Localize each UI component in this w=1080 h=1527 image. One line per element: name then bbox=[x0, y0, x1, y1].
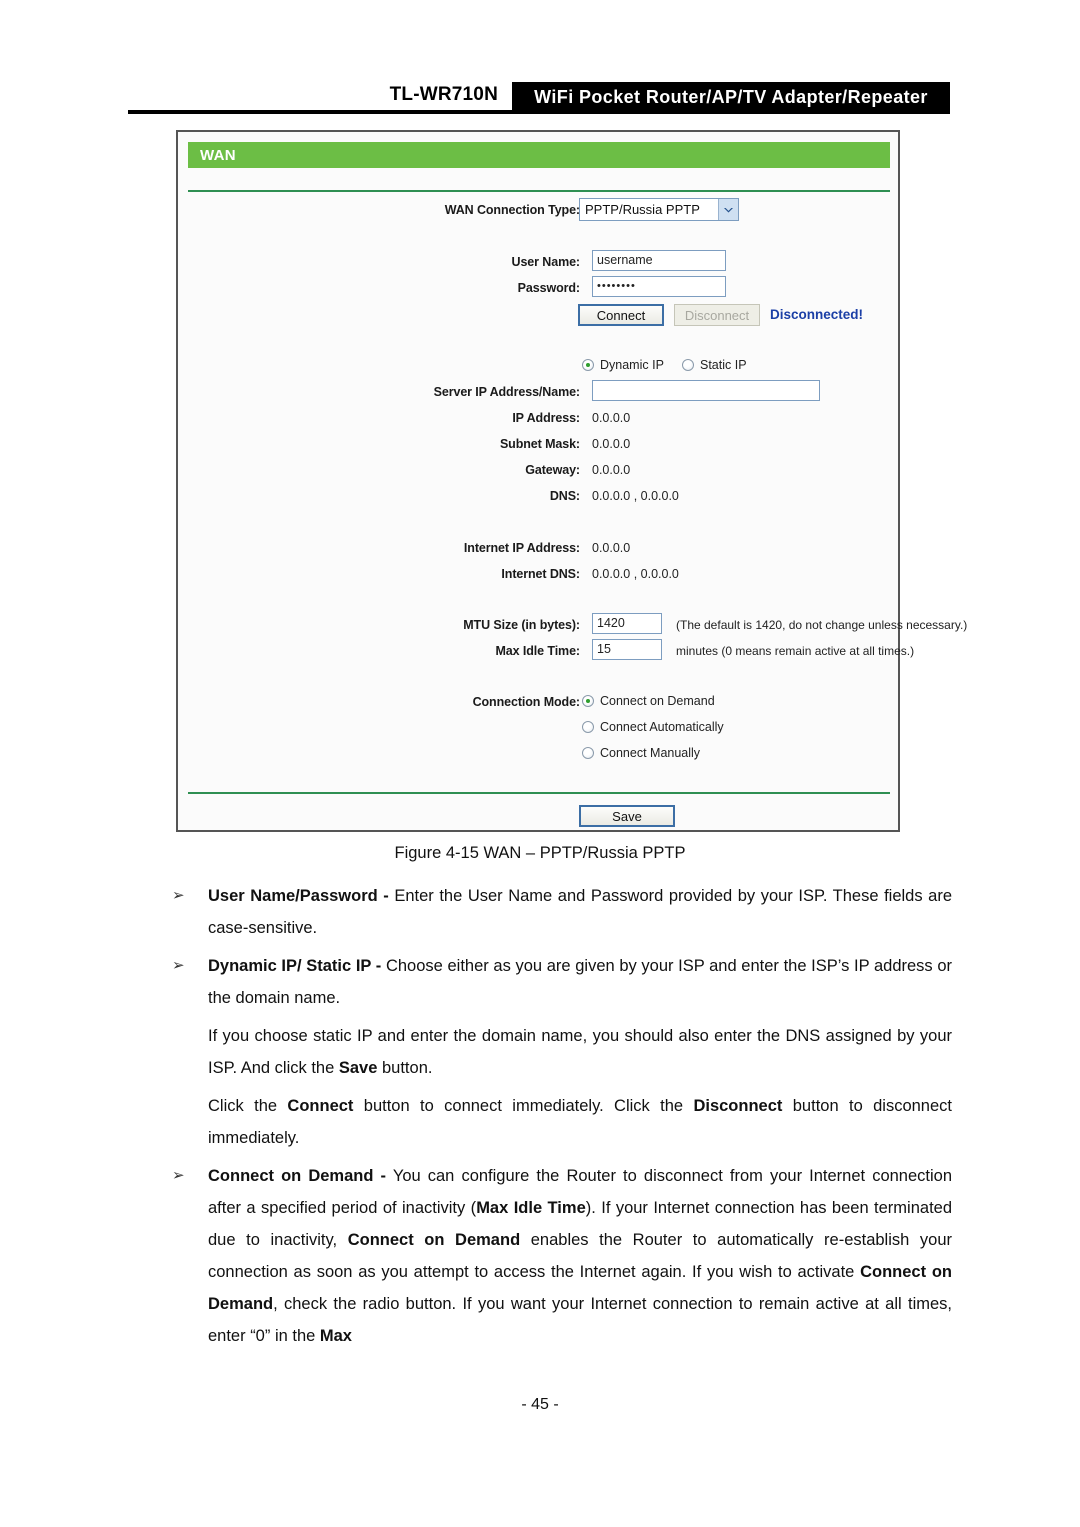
subnet-mask-value: 0.0.0.0 bbox=[592, 437, 631, 451]
radio-static-ip[interactable]: Static IP bbox=[682, 358, 747, 372]
radio-connect-automatically-label: Connect Automatically bbox=[600, 720, 724, 734]
wan-settings-panel: WAN WAN Connection Type: PPTP/Russia PPT… bbox=[176, 130, 967, 832]
bullet-arrow-icon: ➢ bbox=[172, 957, 185, 974]
bullet-arrow-icon: ➢ bbox=[172, 887, 185, 904]
body-copy: ➢ User Name/Password - Enter the User Nam… bbox=[168, 880, 952, 1358]
save-button[interactable]: Save bbox=[579, 805, 675, 827]
paragraph-text: Connect on Demand - You can configure th… bbox=[208, 1167, 953, 1345]
radio-static-ip-indicator[interactable] bbox=[682, 359, 694, 371]
connection-mode-label: Connection Mode: bbox=[472, 695, 581, 709]
wan-connection-type-select[interactable]: PPTP/Russia PPTP bbox=[579, 198, 739, 221]
internet-dns-label: Internet DNS: bbox=[501, 567, 580, 581]
row-subnet-mask: Subnet Mask: 0.0.0.0 bbox=[178, 432, 902, 456]
bullet-paragraph: ➢ Connect on Demand - You can configure t… bbox=[168, 1160, 952, 1352]
header-product-banner: WiFi Pocket Router/AP/TV Adapter/Repeate… bbox=[512, 82, 950, 112]
gateway-value: 0.0.0.0 bbox=[592, 463, 631, 477]
row-ip-mode: Dynamic IP Static IP bbox=[178, 355, 902, 379]
radio-dynamic-ip[interactable]: Dynamic IP bbox=[582, 358, 664, 372]
header-model-name: TL-WR710N bbox=[389, 84, 498, 105]
internet-ip-address-value: 0.0.0.0 bbox=[592, 541, 631, 555]
bullet-arrow-icon: ➢ bbox=[172, 1167, 185, 1184]
radio-connect-manually-indicator[interactable] bbox=[582, 747, 594, 759]
body-paragraph: Click the Connect button to connect imme… bbox=[168, 1090, 952, 1154]
panel-bottom-separator bbox=[188, 792, 890, 794]
row-internet-dns: Internet DNS: 0.0.0.0 , 0.0.0.0 bbox=[178, 562, 902, 586]
max-idle-time-hint: minutes (0 means remain active at all ti… bbox=[676, 644, 915, 658]
max-idle-time-input[interactable]: 15 bbox=[592, 639, 662, 660]
row-connection-actions: Connect Disconnect Disconnected! bbox=[178, 304, 902, 328]
mtu-size-hint: (The default is 1420, do not change unle… bbox=[676, 618, 968, 632]
paragraph-text: Dynamic IP/ Static IP - Choose either as… bbox=[208, 957, 952, 1007]
chevron-down-icon[interactable] bbox=[718, 199, 738, 220]
row-mtu-size: MTU Size (in bytes): 1420 (The default i… bbox=[178, 613, 967, 637]
max-idle-time-label: Max Idle Time: bbox=[495, 644, 580, 658]
wan-panel-title-bar: WAN bbox=[188, 142, 890, 168]
header-divider-rule bbox=[128, 110, 950, 114]
internet-ip-address-label: Internet IP Address: bbox=[463, 541, 580, 555]
panel-top-separator bbox=[188, 190, 890, 192]
paragraph-text: If you choose static IP and enter the do… bbox=[208, 1027, 952, 1077]
header-product-label: WiFi Pocket Router/AP/TV Adapter/Repeate… bbox=[534, 86, 928, 107]
username-input[interactable]: username bbox=[592, 250, 726, 271]
radio-connect-manually-label: Connect Manually bbox=[600, 746, 701, 760]
body-paragraph: If you choose static IP and enter the do… bbox=[168, 1020, 952, 1084]
bullet-paragraph: ➢ Dynamic IP/ Static IP - Choose either a… bbox=[168, 950, 952, 1014]
page-header: TL-WR710N WiFi Pocket Router/AP/TV Adapt… bbox=[0, 0, 1080, 120]
radio-connect-manually[interactable]: Connect Manually bbox=[582, 746, 700, 760]
wan-connection-type-value: PPTP/Russia PPTP bbox=[585, 202, 700, 217]
gateway-label: Gateway: bbox=[525, 463, 580, 477]
connection-status-badge: Disconnected! bbox=[770, 307, 864, 322]
password-label: Password: bbox=[517, 281, 580, 295]
row-gateway: Gateway: 0.0.0.0 bbox=[178, 458, 902, 482]
row-wan-connection-type: WAN Connection Type: PPTP/Russia PPTP bbox=[178, 198, 902, 222]
server-ip-input[interactable] bbox=[592, 380, 820, 401]
dns-value: 0.0.0.0 , 0.0.0.0 bbox=[592, 489, 679, 503]
radio-static-ip-label: Static IP bbox=[700, 358, 747, 372]
row-internet-ip-address: Internet IP Address: 0.0.0.0 bbox=[178, 536, 902, 560]
server-ip-label: Server IP Address/Name: bbox=[433, 385, 580, 399]
figure-caption: Figure 4-15 WAN – PPTP/Russia PPTP bbox=[394, 844, 686, 862]
row-connection-mode: Connection Mode: Connect on Demand Conne… bbox=[178, 690, 902, 770]
subnet-mask-label: Subnet Mask: bbox=[499, 437, 580, 451]
radio-connect-automatically-indicator[interactable] bbox=[582, 721, 594, 733]
mtu-size-label: MTU Size (in bytes): bbox=[463, 618, 580, 632]
wan-connection-type-label: WAN Connection Type: bbox=[444, 203, 580, 217]
radio-connect-on-demand-label: Connect on Demand bbox=[600, 694, 715, 708]
ip-address-value: 0.0.0.0 bbox=[592, 411, 631, 425]
username-label: User Name: bbox=[511, 255, 581, 269]
radio-connect-automatically[interactable]: Connect Automatically bbox=[582, 720, 724, 734]
mtu-size-input[interactable]: 1420 bbox=[592, 613, 662, 634]
password-input[interactable]: •••••••• bbox=[592, 276, 726, 297]
row-password: Password: •••••••• bbox=[178, 276, 902, 300]
row-server-ip: Server IP Address/Name: bbox=[178, 380, 902, 404]
dns-label: DNS: bbox=[549, 489, 580, 503]
row-dns: DNS: 0.0.0.0 , 0.0.0.0 bbox=[178, 484, 902, 508]
radio-dynamic-ip-indicator[interactable] bbox=[582, 359, 594, 371]
paragraph-text: Click the Connect button to connect imme… bbox=[208, 1097, 952, 1147]
bullet-paragraph: ➢ User Name/Password - Enter the User Nam… bbox=[168, 880, 952, 944]
paragraph-text: User Name/Password - Enter the User Name… bbox=[208, 887, 953, 937]
internet-dns-value: 0.0.0.0 , 0.0.0.0 bbox=[592, 567, 679, 581]
disconnect-button: Disconnect bbox=[674, 304, 760, 326]
radio-dynamic-ip-label: Dynamic IP bbox=[600, 358, 664, 372]
radio-connect-on-demand[interactable]: Connect on Demand bbox=[582, 694, 715, 708]
row-username: User Name: username bbox=[178, 250, 902, 274]
row-max-idle-time: Max Idle Time: 15 minutes (0 means remai… bbox=[178, 639, 914, 663]
row-ip-address: IP Address: 0.0.0.0 bbox=[178, 406, 902, 430]
page-number-footer: - 45 - bbox=[521, 1396, 559, 1413]
radio-connect-on-demand-indicator[interactable] bbox=[582, 695, 594, 707]
ip-address-label: IP Address: bbox=[512, 411, 580, 425]
wan-panel-title: WAN bbox=[200, 146, 236, 164]
connect-button[interactable]: Connect bbox=[578, 304, 664, 326]
